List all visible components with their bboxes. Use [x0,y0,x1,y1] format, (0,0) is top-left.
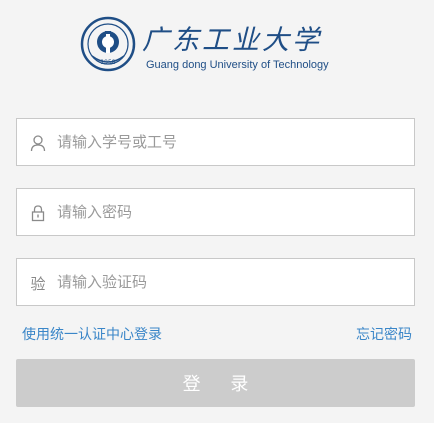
emblem-year: 1958 [100,59,115,66]
password-input[interactable] [57,189,407,235]
university-logo: 1958 广东工业大学 Guang dong University of Tec… [80,14,350,78]
username-field[interactable] [16,118,415,166]
captcha-input[interactable] [57,259,407,305]
captcha-icon: 验 [30,274,46,293]
lock-icon [28,203,48,223]
unified-auth-link[interactable]: 使用统一认证中心登录 [22,324,162,344]
password-field[interactable] [16,188,415,236]
university-name-cn: 广东工业大学 [142,25,322,56]
forgot-password-link[interactable]: 忘记密码 [356,324,412,344]
captcha-field[interactable]: 验 [16,258,415,306]
user-icon [28,133,48,153]
university-name-en: Guang dong University of Technology [146,59,329,71]
login-button[interactable]: 登 录 [16,359,415,407]
university-emblem-icon: 1958 [80,16,136,72]
username-input[interactable] [57,119,407,165]
